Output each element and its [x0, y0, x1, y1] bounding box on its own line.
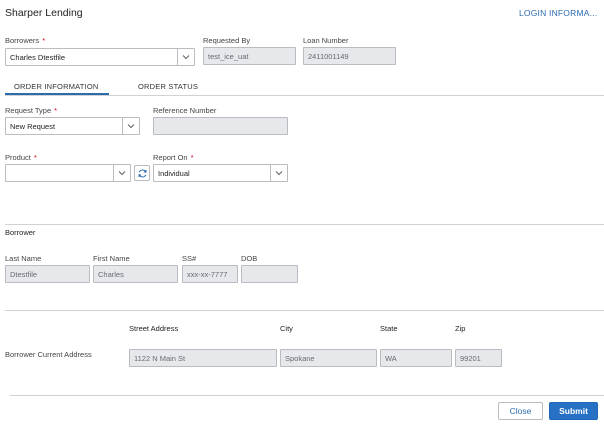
- borrower-current-address-label: Borrower Current Address: [5, 350, 92, 359]
- chevron-down-icon[interactable]: [177, 49, 194, 65]
- chevron-down-icon[interactable]: [113, 165, 130, 181]
- app-title: Sharper Lending: [5, 7, 83, 19]
- street-address-header: Street Address: [129, 324, 179, 333]
- required-marker: *: [42, 36, 46, 45]
- loan-number-field: 2411001149: [303, 47, 396, 65]
- product-label: Product *: [5, 153, 37, 162]
- reference-number-label: Reference Number: [153, 106, 217, 115]
- first-name-field: Charles: [93, 265, 178, 283]
- refresh-icon: [137, 169, 147, 177]
- ssn-label: SS#: [182, 254, 197, 263]
- submit-button[interactable]: Submit: [549, 402, 598, 420]
- borrower-section-divider: [5, 224, 604, 225]
- requested-by-field: test_ice_uat: [203, 47, 296, 65]
- borrowers-select[interactable]: Charles Dtestfile: [5, 48, 195, 66]
- borrowers-select-value: Charles Dtestfile: [10, 52, 66, 62]
- request-type-select[interactable]: New Request: [5, 117, 140, 135]
- first-name-label: First Name: [93, 254, 130, 263]
- tab-order-status[interactable]: ORDER STATUS: [138, 82, 198, 91]
- zip-field: 99201: [455, 349, 502, 367]
- dob-label: DOB: [241, 254, 258, 263]
- zip-header: Zip: [455, 324, 466, 333]
- login-information-link[interactable]: LOGIN INFORMA...: [519, 8, 597, 18]
- request-type-label: Request Type *: [5, 106, 58, 115]
- report-on-label: Report On *: [153, 153, 194, 162]
- footer-divider: [10, 395, 604, 396]
- state-header: State: [380, 324, 398, 333]
- refresh-products-button[interactable]: [134, 165, 150, 181]
- last-name-label: Last Name: [5, 254, 42, 263]
- request-type-select-value: New Request: [10, 121, 56, 131]
- required-marker: *: [190, 153, 194, 162]
- required-marker: *: [54, 106, 58, 115]
- tab-order-information[interactable]: ORDER INFORMATION: [14, 82, 99, 91]
- requested-by-label: Requested By: [203, 36, 251, 45]
- tabs-divider: [5, 95, 604, 96]
- address-section-divider: [5, 310, 604, 311]
- report-on-select[interactable]: Individual: [153, 164, 288, 182]
- product-select[interactable]: [5, 164, 131, 182]
- report-on-select-value: Individual: [158, 168, 190, 178]
- last-name-field: Dtestfile: [5, 265, 90, 283]
- city-header: City: [280, 324, 293, 333]
- city-field: Spokane: [280, 349, 377, 367]
- close-button[interactable]: Close: [498, 402, 543, 420]
- borrowers-label: Borrowers *: [5, 36, 46, 45]
- state-field: WA: [380, 349, 452, 367]
- loan-number-label: Loan Number: [303, 36, 349, 45]
- required-marker: *: [33, 153, 37, 162]
- ssn-field: xxx-xx-7777: [182, 265, 238, 283]
- reference-number-field: [153, 117, 288, 135]
- street-address-field: 1122 N Main St: [129, 349, 277, 367]
- chevron-down-icon[interactable]: [270, 165, 287, 181]
- borrower-section-title: Borrower: [5, 228, 36, 237]
- chevron-down-icon[interactable]: [122, 118, 139, 134]
- dob-field: [241, 265, 298, 283]
